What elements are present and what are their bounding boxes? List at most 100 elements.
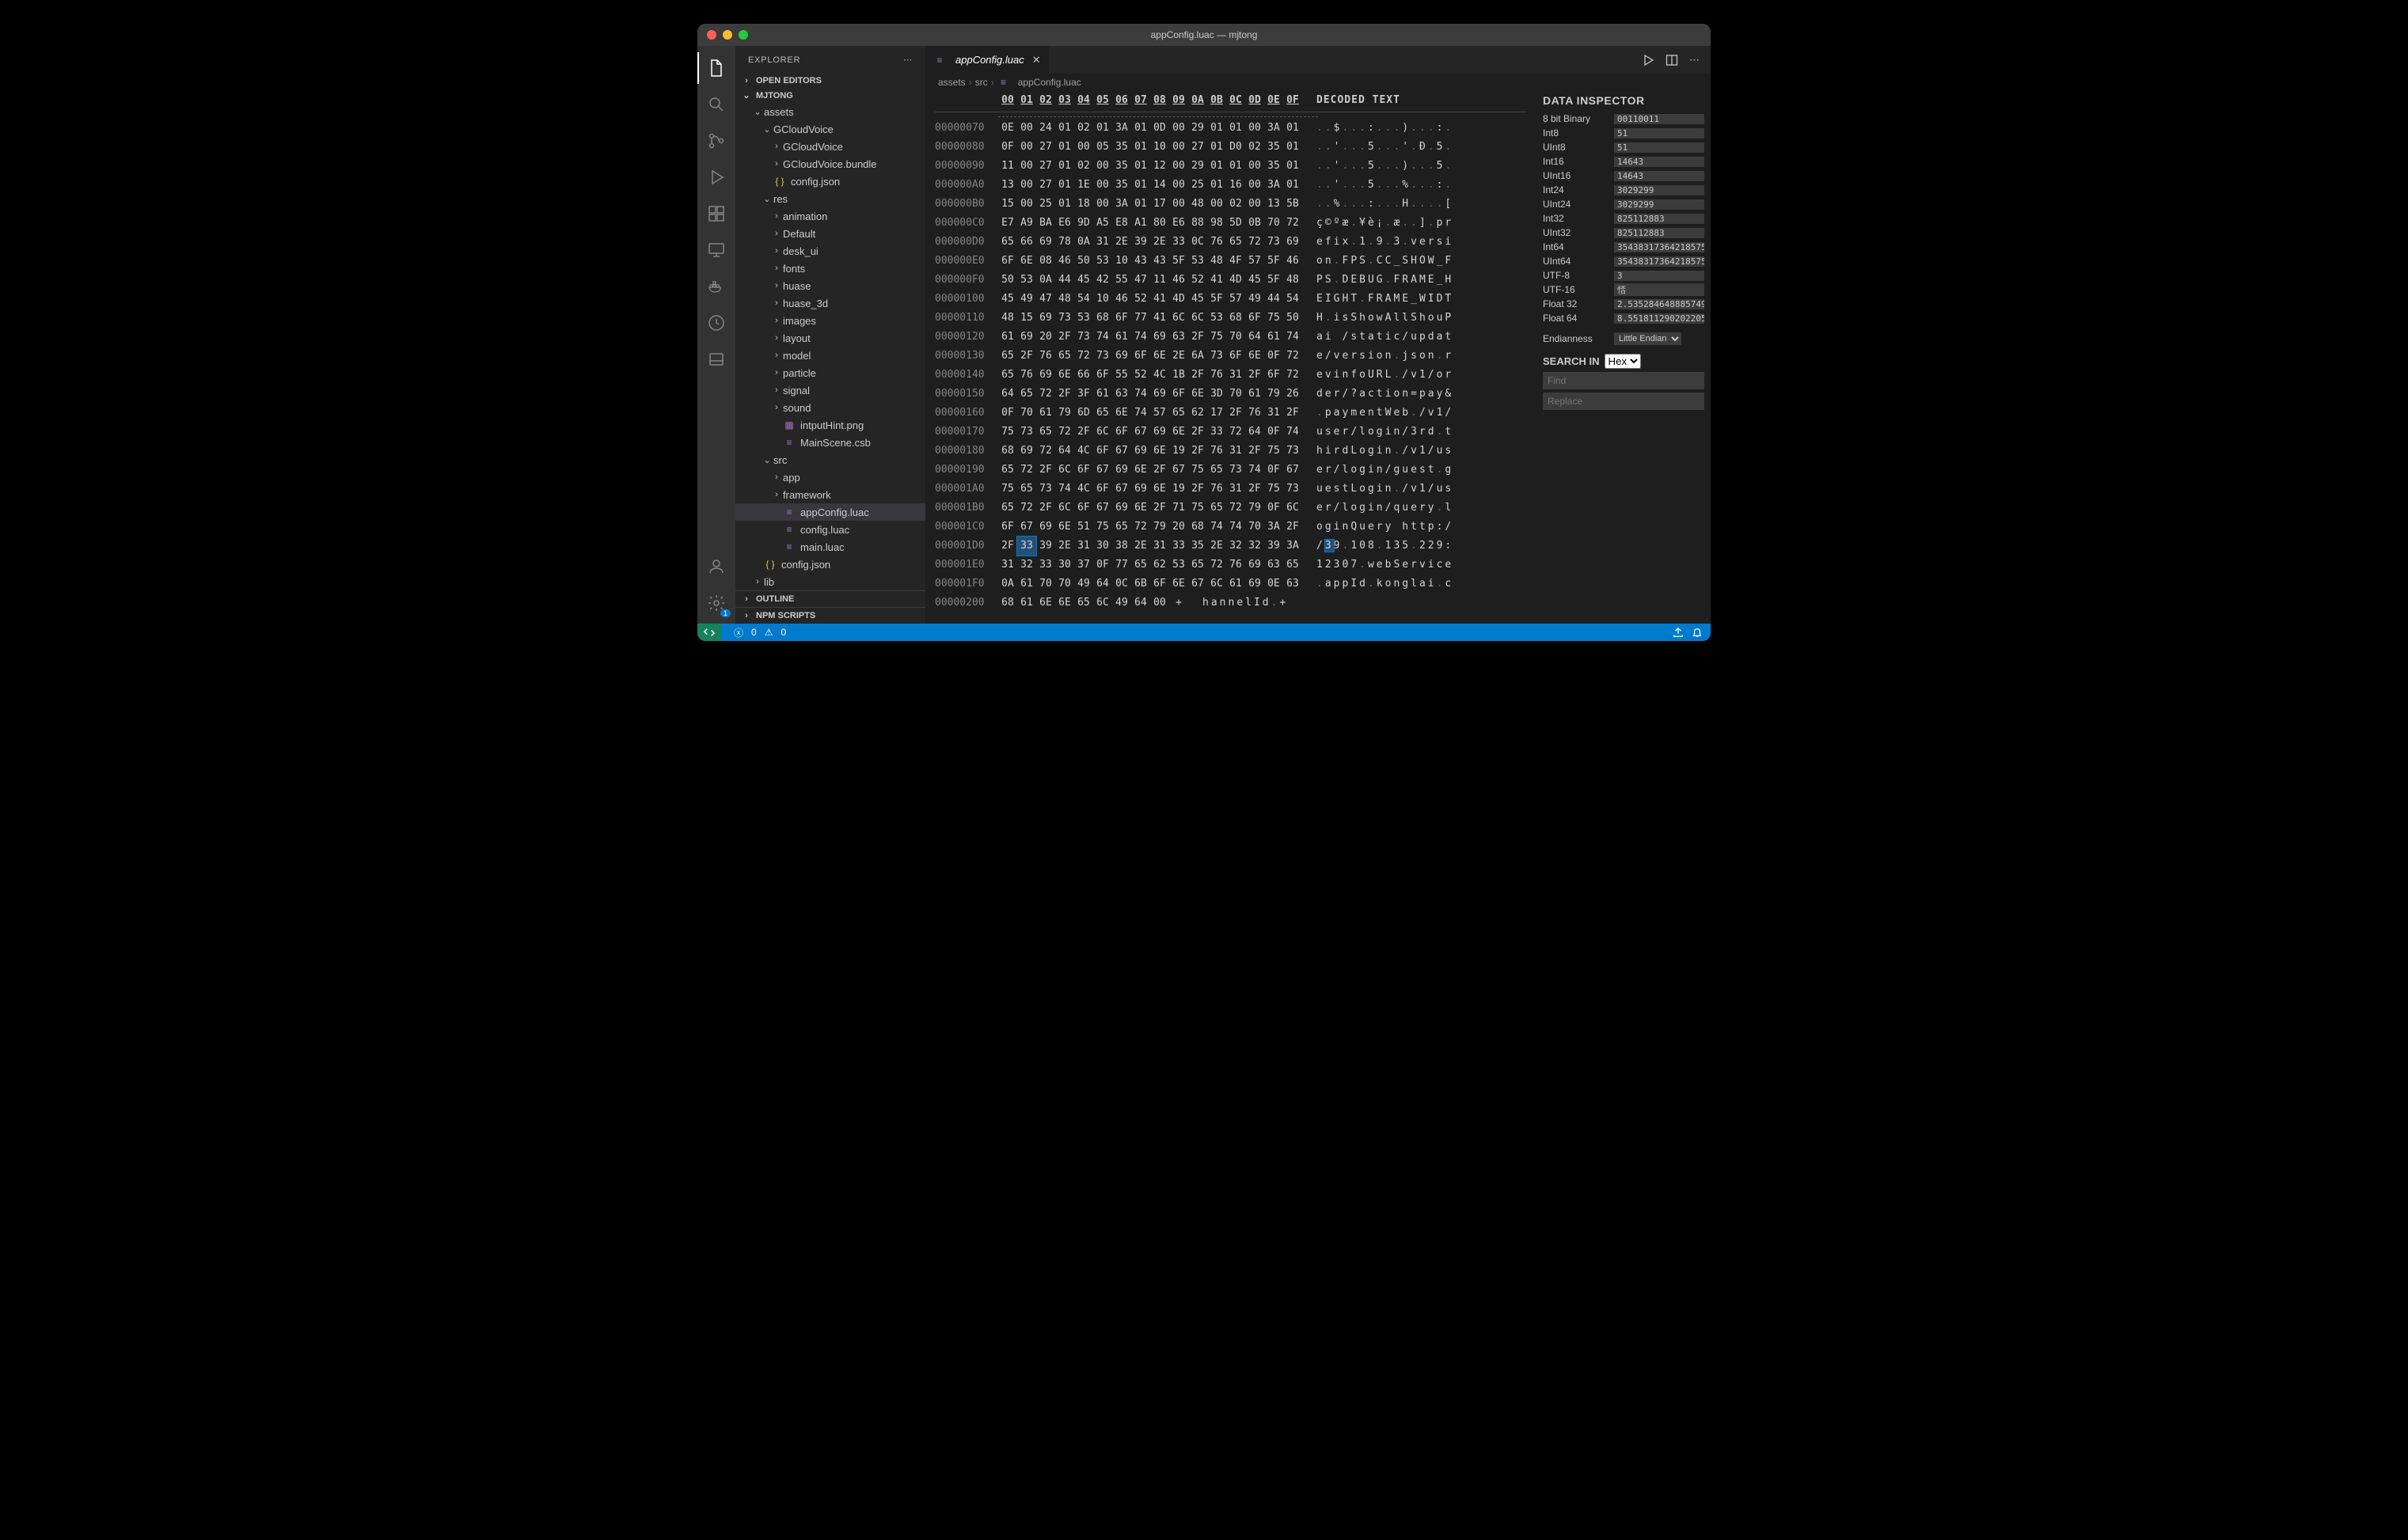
tree-item-res[interactable]: ⌄res <box>735 190 925 207</box>
hex-row[interactable]: 000001E031323330370F77656253657276696365… <box>935 556 1527 575</box>
npm-scripts-section[interactable]: ›NPM SCRIPTS <box>735 607 925 624</box>
problems-status[interactable]: ⓧ0 ⚠0 <box>734 626 786 639</box>
tree-item-huase[interactable]: ›huase <box>735 277 925 294</box>
status-bar: ⓧ0 ⚠0 <box>697 624 1711 641</box>
split-editor-icon[interactable] <box>1665 54 1678 66</box>
tree-item-config-luac[interactable]: ≡config.luac <box>735 521 925 538</box>
tree-item-signal[interactable]: ›signal <box>735 381 925 399</box>
hex-row[interactable]: 000001104815697353686F77416C6C53686F7550… <box>935 309 1527 328</box>
file-tree: ⌄assets⌄GCloudVoice›GCloudVoice›GCloudVo… <box>735 103 925 590</box>
minimize-window-button[interactable] <box>723 30 732 40</box>
hex-row[interactable]: 000000B01500250118003A01170048000200135B… <box>935 195 1527 214</box>
tree-item-assets[interactable]: ⌄assets <box>735 103 925 120</box>
docker-icon[interactable] <box>697 271 735 302</box>
hex-row[interactable]: 000001C06F67696E517565727920687474703A2F… <box>935 518 1527 537</box>
hex-row[interactable]: 000001A0756573744C6F67696E192F76312F7573… <box>935 480 1527 499</box>
find-input[interactable] <box>1543 372 1704 389</box>
breadcrumb[interactable]: assets› src› ≡appConfig.luac <box>925 74 1711 91</box>
inspector-row-8-bit-binary: 8 bit Binary00110011 <box>1543 112 1704 126</box>
hex-row[interactable]: 000001004549474854104652414D455F57494454… <box>935 290 1527 309</box>
hex-row[interactable]: 000001B065722F6C6F67696E2F71756572790F6C… <box>935 499 1527 518</box>
remote-explorer-icon[interactable] <box>697 234 735 266</box>
explorer-sidebar: EXPLORER ⋯ ›OPEN EDITORS ⌄MJTONG ⌄assets… <box>735 46 925 624</box>
tree-item-desk_ui[interactable]: ›desk_ui <box>735 242 925 260</box>
tree-item-mainscene-csb[interactable]: ≡MainScene.csb <box>735 434 925 451</box>
search-icon[interactable] <box>697 89 735 120</box>
file-icon: ≡ <box>783 437 796 448</box>
hex-row[interactable]: 000001F00A61707049640C6B6F6E676C61690E63… <box>935 575 1527 594</box>
editor-more-icon[interactable]: ⋯ <box>1689 54 1700 66</box>
hex-row[interactable]: 0000009011002701020035011200290101003501… <box>935 157 1527 176</box>
tree-item-gcloudvoice[interactable]: ›GCloudVoice <box>735 138 925 155</box>
replace-input[interactable] <box>1543 393 1704 410</box>
vscode-window: appConfig.luac — mjtong <box>697 24 1711 641</box>
timeline-icon[interactable] <box>697 307 735 339</box>
hex-row[interactable]: 000000800F0027010005350110002701D0023501… <box>935 138 1527 157</box>
tree-item-animation[interactable]: ›animation <box>735 207 925 225</box>
hex-row[interactable]: 000001506465722F3F616374696F6E3D70617926… <box>935 385 1527 404</box>
tree-item-src[interactable]: ⌄src <box>735 451 925 468</box>
run-icon[interactable] <box>1642 54 1654 66</box>
hex-row[interactable]: 000001D02F33392E3130382E3133352E3232393A… <box>935 537 1527 556</box>
file-icon: { } <box>764 559 777 570</box>
sidebar-title: EXPLORER <box>748 55 800 65</box>
hex-row[interactable]: 0000019065722F6C6F67696E2F67756573740F67… <box>935 461 1527 480</box>
explorer-icon[interactable] <box>697 52 735 84</box>
tree-item-config-json[interactable]: { }config.json <box>735 173 925 190</box>
hex-row[interactable]: 000000700E00240102013A010D00290101003A01… <box>935 119 1527 138</box>
file-icon: ≡ <box>783 506 796 518</box>
hex-row[interactable]: 000000D0656669780A312E392E330C7665727369… <box>935 233 1527 252</box>
panel-icon[interactable] <box>697 343 735 375</box>
hex-row[interactable]: 00000170757365722F6C6F67696E2F3372640F74… <box>935 423 1527 442</box>
tree-item-lib[interactable]: ›lib <box>735 573 925 590</box>
hex-row[interactable]: 00000130652F76657273696F6E2E6A736F6E0F72… <box>935 347 1527 366</box>
tree-item-gcloudvoice-bundle[interactable]: ›GCloudVoice.bundle <box>735 155 925 173</box>
hex-row[interactable]: 000001206169202F7374617469632F7570646174… <box>935 328 1527 347</box>
outline-section[interactable]: ›OUTLINE <box>735 590 925 607</box>
tree-item-gcloudvoice[interactable]: ⌄GCloudVoice <box>735 120 925 138</box>
tree-item-config-json[interactable]: { }config.json <box>735 556 925 573</box>
hex-row[interactable]: 000000A0130027011E0035011400250116003A01… <box>935 176 1527 195</box>
titlebar: appConfig.luac — mjtong <box>697 24 1711 46</box>
hex-row[interactable]: 00000180686972644C6F67696E192F76312F7573… <box>935 442 1527 461</box>
hex-row[interactable]: 000001600F7061796D656E74576562172F76312F… <box>935 404 1527 423</box>
hex-row[interactable]: 000000F050530A4445425547114652414D455F48… <box>935 271 1527 290</box>
endianness-select[interactable]: Little Endian <box>1614 332 1681 345</box>
tree-item-framework[interactable]: ›framework <box>735 486 925 503</box>
feedback-icon[interactable] <box>1673 627 1684 638</box>
accounts-icon[interactable] <box>697 551 735 582</box>
tree-item-default[interactable]: ›Default <box>735 225 925 242</box>
hex-row[interactable]: 000000C0E7A9BAE69DA5E8A180E688985D0B7072… <box>935 214 1527 233</box>
tree-item-images[interactable]: ›images <box>735 312 925 329</box>
tree-item-main-luac[interactable]: ≡main.luac <box>735 538 925 556</box>
close-window-button[interactable] <box>707 30 716 40</box>
remote-indicator[interactable] <box>697 624 721 641</box>
close-tab-icon[interactable]: ✕ <box>1032 54 1041 66</box>
sidebar-more-icon[interactable]: ⋯ <box>903 55 913 65</box>
tree-item-model[interactable]: ›model <box>735 347 925 364</box>
extensions-icon[interactable] <box>697 198 735 229</box>
source-control-icon[interactable] <box>697 125 735 157</box>
maximize-window-button[interactable] <box>739 30 748 40</box>
open-editors-section[interactable]: ›OPEN EDITORS <box>735 74 925 88</box>
inspector-row-int8: Int851 <box>1543 126 1704 140</box>
tree-item-layout[interactable]: ›layout <box>735 329 925 347</box>
tree-item-huase_3d[interactable]: ›huase_3d <box>735 294 925 312</box>
search-mode-select[interactable]: Hex <box>1605 354 1641 369</box>
tree-item-intputhint-png[interactable]: ▦intputHint.png <box>735 416 925 434</box>
tree-item-particle[interactable]: ›particle <box>735 364 925 381</box>
settings-gear-icon[interactable]: 1 <box>697 587 735 619</box>
run-debug-icon[interactable] <box>697 161 735 193</box>
hex-editor[interactable]: 000102030405060708090A0B0C0D0E0F DECODED… <box>925 91 1536 624</box>
inspector-row-utf-8: UTF-83 <box>1543 268 1704 283</box>
tab-appconfig[interactable]: ≡ appConfig.luac ✕ <box>925 46 1050 74</box>
hex-row[interactable]: 0000020068616E6E656C496400+hannelId.+ <box>935 594 1527 613</box>
tree-item-sound[interactable]: ›sound <box>735 399 925 416</box>
workspace-section[interactable]: ⌄MJTONG <box>735 88 925 103</box>
tree-item-fonts[interactable]: ›fonts <box>735 260 925 277</box>
notifications-icon[interactable] <box>1692 627 1703 638</box>
hex-row[interactable]: 000000E06F6E084650531043435F53484F575F46… <box>935 252 1527 271</box>
tree-item-app[interactable]: ›app <box>735 468 925 486</box>
tree-item-appconfig-luac[interactable]: ≡appConfig.luac <box>735 503 925 521</box>
hex-row[interactable]: 000001406576696E666F55524C1B2F76312F6F72… <box>935 366 1527 385</box>
